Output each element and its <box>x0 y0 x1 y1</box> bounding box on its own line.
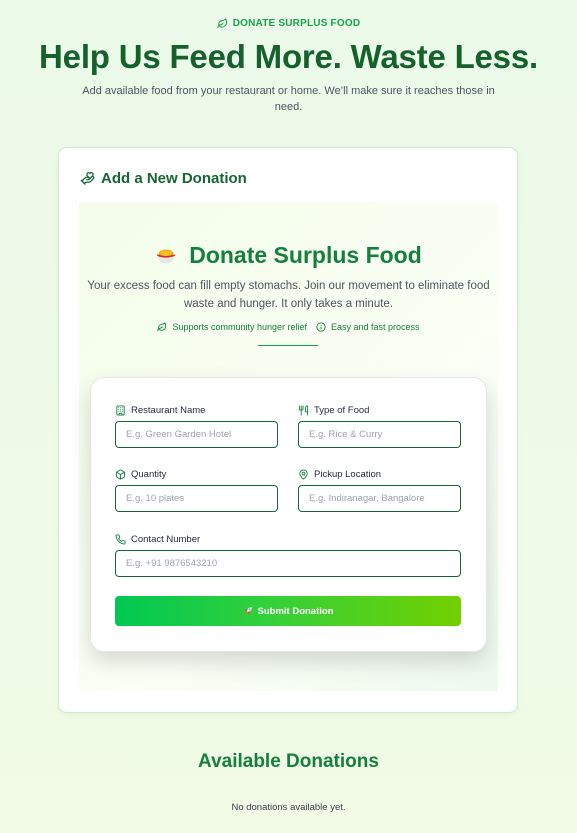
divider <box>258 345 318 346</box>
leaf-icon <box>217 18 228 29</box>
donate-panel-subtitle: Your excess food can fill empty stomachs… <box>87 280 490 310</box>
card-title: Add a New Donation <box>101 170 247 187</box>
utensils-icon <box>298 404 309 416</box>
contact-number-input[interactable] <box>115 550 461 577</box>
quantity-field-group: Quantity <box>115 467 278 512</box>
quantity-input[interactable] <box>115 485 278 512</box>
donation-form: Restaurant Name Type of Food <box>90 377 487 652</box>
submit-donation-label: Submit Donation <box>257 605 334 617</box>
building-icon <box>115 404 126 416</box>
rocket-icon <box>243 606 253 616</box>
food-type-field-group: Type of Food <box>298 403 461 448</box>
food-type-label: Type of Food <box>314 404 370 416</box>
pickup-location-label: Pickup Location <box>314 468 382 480</box>
map-pin-icon <box>298 468 309 480</box>
feature-label: Supports community hunger relief <box>172 322 308 332</box>
feature-item: Easy and fast process <box>316 322 420 332</box>
info-icon <box>316 322 326 332</box>
page-title: Help Us Feed More. Waste Less. <box>39 38 538 75</box>
food-type-input[interactable] <box>298 421 461 448</box>
restaurant-name-field-group: Restaurant Name <box>115 403 278 448</box>
feature-item: Supports community hunger relief <box>157 322 307 332</box>
available-donations-title: Available Donations <box>198 751 379 772</box>
donate-panel-title: Donate Surplus Food <box>189 242 422 268</box>
section-tag: DONATE SURPLUS FOOD <box>0 18 577 29</box>
section-tag-label: DONATE SURPLUS FOOD <box>232 18 361 29</box>
submit-donation-button[interactable]: Submit Donation <box>115 596 461 626</box>
phone-icon <box>115 533 126 545</box>
pickup-location-field-group: Pickup Location <box>298 467 461 512</box>
food-bowl-icon <box>155 245 177 267</box>
contact-number-field-group: Contact Number <box>115 532 461 577</box>
feature-list: Supports community hunger relief Easy an… <box>79 322 498 332</box>
feature-label: Easy and fast process <box>331 322 420 332</box>
page-subtitle: Add available food from your restaurant … <box>82 85 495 113</box>
hand-heart-icon <box>80 171 95 186</box>
leaf-icon <box>157 322 167 332</box>
pickup-location-input[interactable] <box>298 485 461 512</box>
available-donations-empty-state: No donations available yet. <box>231 802 346 813</box>
donate-panel-header: Donate Surplus Food <box>79 242 498 269</box>
donation-card: Add a New Donation Donate Surplus Food Y… <box>58 147 518 713</box>
contact-number-label: Contact Number <box>131 533 201 545</box>
donate-panel: Donate Surplus Food Your excess food can… <box>79 202 498 691</box>
quantity-label: Quantity <box>131 468 167 480</box>
restaurant-name-label: Restaurant Name <box>131 404 206 416</box>
box-icon <box>115 468 126 480</box>
restaurant-name-input[interactable] <box>115 421 278 448</box>
card-header: Add a New Donation <box>80 170 247 187</box>
